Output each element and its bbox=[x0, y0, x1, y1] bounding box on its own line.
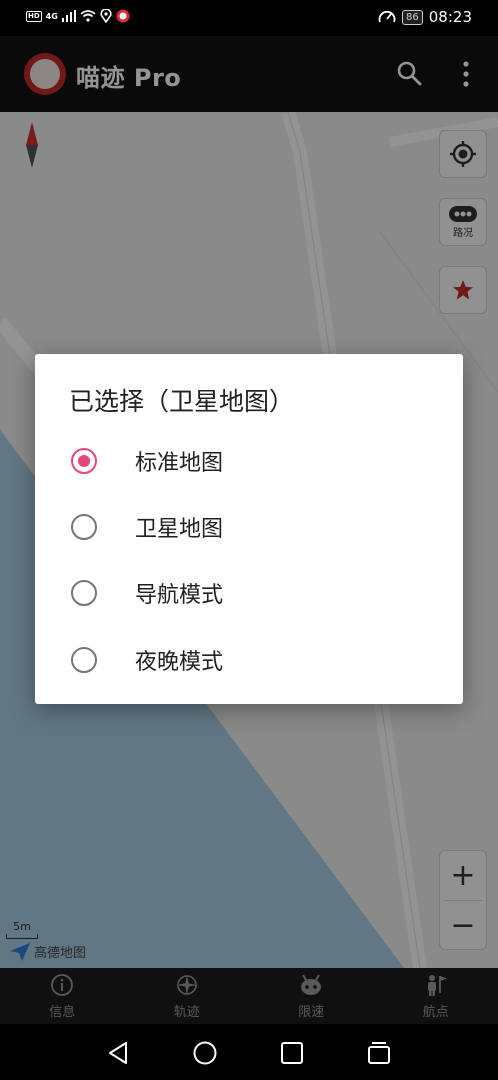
radio-unselected[interactable] bbox=[71, 514, 97, 540]
option-standard-map[interactable]: 标准地图 bbox=[35, 428, 463, 494]
option-label: 夜晚模式 bbox=[135, 650, 224, 675]
signal-icon bbox=[61, 10, 76, 22]
radio-selected[interactable] bbox=[71, 448, 97, 474]
status-left: HD 4G bbox=[26, 9, 130, 23]
wifi-icon bbox=[80, 10, 96, 22]
app-notification-icon bbox=[116, 9, 130, 23]
option-night-mode[interactable]: 夜晚模式 bbox=[35, 627, 463, 693]
speedometer-icon bbox=[378, 10, 396, 23]
status-bar: HD 4G 86 08:23 bbox=[0, 0, 498, 36]
radio-unselected[interactable] bbox=[71, 647, 97, 673]
dialog-title: 已选择（卫星地图） bbox=[69, 387, 295, 416]
hd-badge: HD bbox=[26, 10, 42, 22]
switch-icon[interactable] bbox=[366, 1040, 392, 1066]
back-icon[interactable] bbox=[106, 1040, 132, 1066]
status-right: 86 08:23 bbox=[378, 8, 472, 26]
battery-level: 86 bbox=[402, 9, 423, 25]
map-type-dialog: 已选择（卫星地图） 标准地图 卫星地图 导航模式 夜晚模式 bbox=[35, 354, 463, 704]
recents-icon[interactable] bbox=[279, 1040, 305, 1066]
system-navigation-bar bbox=[0, 1024, 498, 1080]
option-satellite-map[interactable]: 卫星地图 bbox=[35, 494, 463, 560]
option-label: 卫星地图 bbox=[135, 517, 224, 542]
home-icon[interactable] bbox=[192, 1040, 218, 1066]
location-icon bbox=[100, 9, 112, 23]
option-label: 导航模式 bbox=[135, 583, 224, 608]
clock: 08:23 bbox=[428, 8, 472, 26]
option-navigation-mode[interactable]: 导航模式 bbox=[35, 560, 463, 626]
option-label: 标准地图 bbox=[135, 451, 224, 476]
radio-unselected[interactable] bbox=[71, 580, 97, 606]
network-type: 4G bbox=[45, 11, 58, 21]
